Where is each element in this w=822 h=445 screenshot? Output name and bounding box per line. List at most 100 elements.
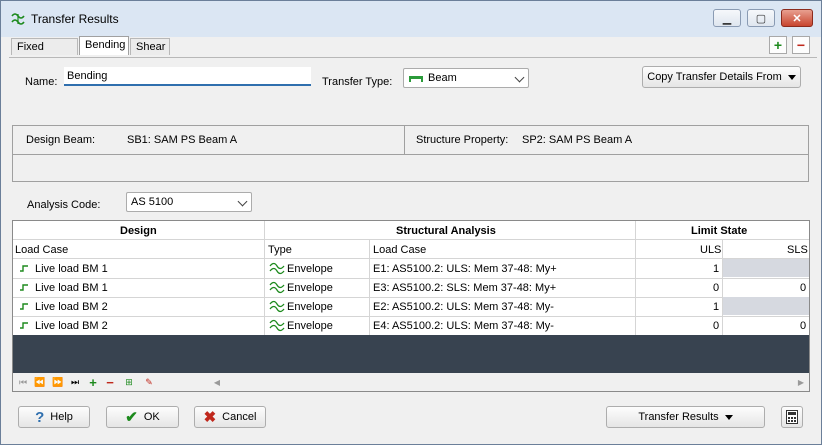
load-case-grid: Design Structural Analysis Limit State L…	[12, 220, 810, 392]
question-icon: ?	[35, 408, 45, 426]
row-type: Envelope	[287, 263, 333, 275]
plus-icon: +	[89, 374, 97, 390]
transfer-type-label: Transfer Type:	[322, 76, 393, 88]
tab-fixed-loads[interactable]: Fixed Loads	[11, 38, 78, 70]
scroll-right-icon: ▶	[797, 377, 805, 387]
transfer-type-select[interactable]: Beam	[403, 68, 529, 88]
row-sa-load-case: E1: AS5100.2: ULS: Mem 37-48: My+	[373, 263, 557, 275]
row-sls-disabled	[723, 297, 809, 315]
table-row[interactable]: Live load BM 2 Envelope E4: AS5100.2: UL…	[13, 316, 809, 335]
insert-row-icon: ⊞	[125, 376, 133, 387]
design-beam-label: Design Beam:	[26, 134, 96, 146]
last-record-icon: ⏭	[70, 376, 80, 387]
row-load-case: Live load BM 1	[35, 282, 108, 294]
column-header-sls[interactable]: SLS	[787, 244, 808, 256]
column-header-uls[interactable]: ULS	[700, 244, 721, 256]
beam-info-box: Design Beam: SB1: SAM PS Beam A Structur…	[12, 125, 809, 182]
row-sa-load-case: E2: AS5100.2: ULS: Mem 37-48: My-	[373, 301, 554, 313]
table-row[interactable]: Live load BM 1 Envelope E3: AS5100.2: SL…	[13, 278, 809, 297]
title-bar[interactable]: Transfer Results ▁ ▢ ✕	[1, 1, 821, 37]
add-row-button[interactable]: +	[86, 374, 100, 390]
row-uls[interactable]: 1	[713, 301, 719, 313]
next-record-button[interactable]: ⏩	[51, 375, 65, 389]
cancel-label: Cancel	[222, 411, 257, 423]
column-header-load-case[interactable]: Load Case	[15, 244, 68, 256]
close-button[interactable]: ✕	[781, 9, 813, 27]
info-divider	[404, 126, 405, 154]
envelope-icon	[269, 319, 285, 332]
calculator-icon	[786, 410, 798, 424]
row-type: Envelope	[287, 282, 333, 294]
column-header-sa-load-case[interactable]: Load Case	[373, 244, 426, 256]
envelope-icon	[269, 281, 285, 294]
minimize-icon: ▁	[722, 12, 732, 25]
row-uls[interactable]: 0	[713, 282, 719, 294]
row-load-case: Live load BM 1	[35, 263, 108, 275]
row-type: Envelope	[287, 320, 333, 332]
analysis-code-value: AS 5100	[131, 196, 174, 208]
cancel-icon: ✖	[203, 409, 217, 426]
analysis-code-select[interactable]: AS 5100	[126, 192, 252, 212]
dropdown-caret-icon	[787, 74, 796, 80]
copy-transfer-details-button[interactable]: Copy Transfer Details From	[642, 66, 801, 88]
cancel-button[interactable]: ✖ Cancel	[194, 406, 266, 428]
prev-record-button[interactable]: ⏪	[33, 375, 47, 389]
group-header-design: Design	[120, 225, 157, 237]
scroll-right-button[interactable]: ▶	[794, 375, 808, 389]
transfer-type-value: Beam	[428, 72, 457, 84]
row-uls[interactable]: 1	[713, 263, 719, 275]
load-case-icon	[20, 265, 28, 272]
row-sls[interactable]: 0	[800, 282, 806, 294]
next-record-icon: ⏩	[52, 376, 64, 387]
maximize-button[interactable]: ▢	[747, 9, 775, 27]
help-button[interactable]: ? Help	[18, 406, 90, 428]
row-type: Envelope	[287, 301, 333, 313]
grid-empty-area	[13, 335, 809, 373]
eraser-icon: ✎	[145, 376, 153, 387]
tab-shear[interactable]: Shear	[130, 38, 170, 55]
ok-label: OK	[143, 411, 160, 423]
structure-property-label: Structure Property:	[416, 134, 509, 146]
transfer-results-button[interactable]: Transfer Results	[606, 406, 765, 428]
name-input[interactable]	[64, 67, 311, 86]
table-row[interactable]: Live load BM 2 Envelope E2: AS5100.2: UL…	[13, 297, 809, 316]
first-record-button[interactable]: ⏮	[16, 375, 30, 389]
delete-row-button[interactable]: −	[103, 374, 117, 390]
row-load-case: Live load BM 2	[35, 301, 108, 313]
scroll-left-button[interactable]: ◀	[210, 375, 224, 389]
scroll-left-icon: ◀	[213, 377, 221, 387]
load-case-icon	[20, 284, 28, 291]
load-case-icon	[20, 303, 28, 310]
tab-bending[interactable]: Bending	[79, 36, 129, 55]
row-sls[interactable]: 0	[800, 320, 806, 332]
envelope-icon	[269, 300, 285, 313]
calculator-button[interactable]	[781, 406, 803, 428]
envelope-icon	[269, 262, 285, 275]
minimize-button[interactable]: ▁	[713, 9, 741, 27]
structure-property-value: SP2: SAM PS Beam A	[522, 134, 633, 146]
row-load-case: Live load BM 2	[35, 320, 108, 332]
help-label: Help	[50, 411, 73, 423]
window-title: Transfer Results	[31, 12, 119, 26]
add-tab-button[interactable]: +	[769, 36, 787, 54]
row-sa-load-case: E4: AS5100.2: ULS: Mem 37-48: My-	[373, 320, 554, 332]
maximize-icon: ▢	[755, 12, 767, 25]
column-header-type[interactable]: Type	[268, 244, 292, 256]
row-uls[interactable]: 0	[713, 320, 719, 332]
dropdown-caret-icon	[724, 414, 733, 420]
clear-button[interactable]: ✎	[142, 375, 156, 389]
analysis-code-label: Analysis Code:	[27, 199, 101, 211]
design-beam-value: SB1: SAM PS Beam A	[127, 134, 238, 146]
group-header-limit-state: Limit State	[691, 225, 748, 237]
beam-icon	[409, 76, 423, 82]
insert-row-button[interactable]: ⊞	[122, 375, 136, 389]
prev-record-icon: ⏪	[34, 376, 46, 387]
first-record-icon: ⏮	[18, 376, 28, 387]
ok-button[interactable]: ✔ OK	[106, 406, 179, 428]
close-icon: ✕	[792, 12, 802, 25]
table-row[interactable]: Live load BM 1 Envelope E1: AS5100.2: UL…	[13, 259, 809, 278]
copy-transfer-details-label: Copy Transfer Details From	[647, 71, 782, 83]
last-record-button[interactable]: ⏭	[68, 375, 82, 389]
remove-tab-button[interactable]: −	[792, 36, 810, 54]
minus-icon: −	[106, 374, 114, 390]
